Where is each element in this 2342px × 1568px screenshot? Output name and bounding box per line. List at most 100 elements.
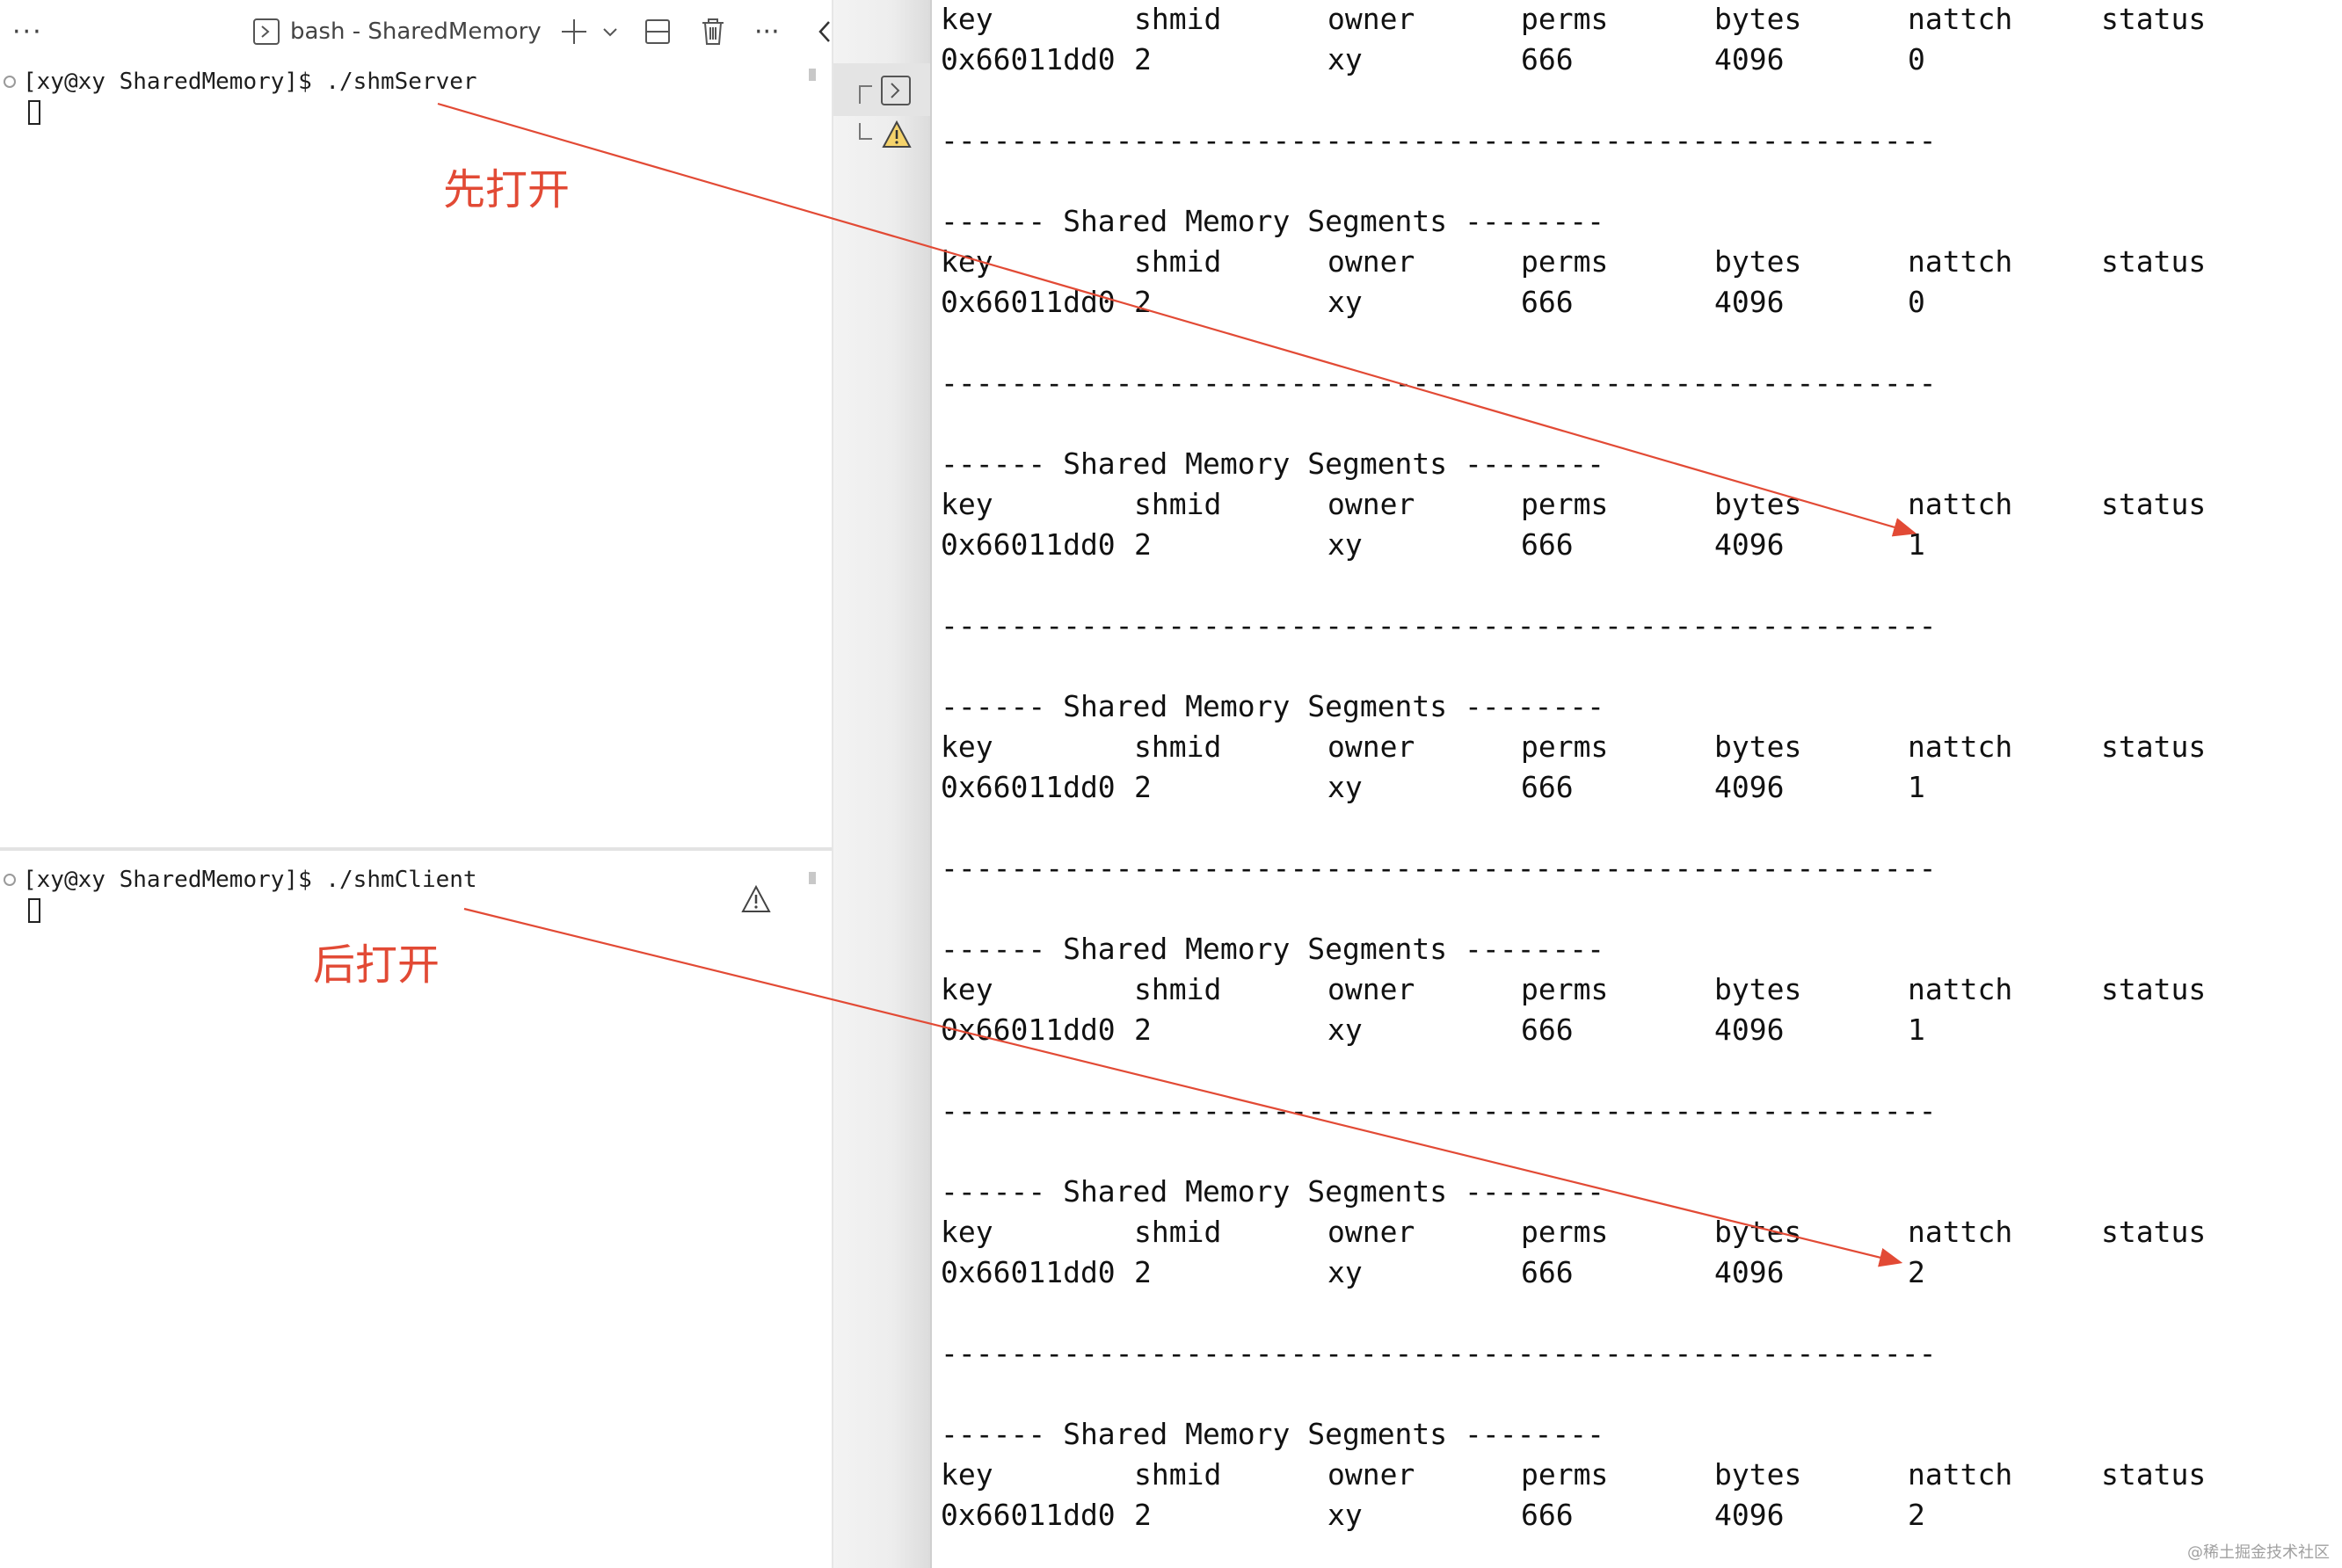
watermark: @稀土掘金技术社区 bbox=[2187, 1543, 2330, 1562]
header-cell: nattch bbox=[1908, 487, 2013, 521]
data-cell: 4096 bbox=[1714, 527, 1785, 562]
data-cell: 2 bbox=[1134, 527, 1152, 562]
header-cell: shmid bbox=[1134, 244, 1222, 279]
data-cell: 666 bbox=[1521, 527, 1574, 562]
data-cell: 666 bbox=[1521, 42, 1574, 76]
header-cell: status bbox=[2101, 2, 2207, 36]
data-cell: 1 bbox=[1908, 770, 1925, 804]
segments-separator: ----------------------------------------… bbox=[941, 123, 1937, 157]
header-cell: nattch bbox=[1908, 730, 2013, 764]
header-cell: nattch bbox=[1908, 1457, 2013, 1492]
header-cell: perms bbox=[1521, 244, 1609, 279]
warning-icon[interactable] bbox=[740, 884, 772, 914]
segments-title: ------ Shared Memory Segments -------- bbox=[941, 1417, 1604, 1451]
data-cell: 0x66011dd0 bbox=[941, 1498, 1116, 1532]
header-cell: shmid bbox=[1134, 1457, 1222, 1492]
data-cell: 4096 bbox=[1714, 1498, 1785, 1532]
header-cell: owner bbox=[1327, 1215, 1415, 1249]
segments-title: ------ Shared Memory Segments -------- bbox=[941, 1174, 1604, 1209]
scrollbar-thumb[interactable] bbox=[809, 872, 816, 884]
plus-icon bbox=[562, 19, 586, 44]
server-prompt-line: [xy@xy SharedMemory]$ ./shmServer bbox=[0, 69, 477, 95]
data-cell: 0 bbox=[1908, 285, 1925, 319]
annotation-first-open: 先打开 bbox=[443, 165, 571, 214]
header-cell: nattch bbox=[1908, 244, 2013, 279]
data-cell: 0x66011dd0 bbox=[941, 527, 1116, 562]
kill-terminal-button[interactable] bbox=[700, 12, 726, 51]
data-cell: 0x66011dd0 bbox=[941, 285, 1116, 319]
back-button[interactable] bbox=[816, 12, 833, 51]
split-terminal-button[interactable] bbox=[644, 12, 672, 51]
header-cell: bytes bbox=[1714, 487, 1802, 521]
segments-separator: ----------------------------------------… bbox=[941, 1336, 1937, 1370]
warning-icon[interactable] bbox=[881, 120, 913, 149]
tree-branch-icon bbox=[859, 123, 872, 140]
data-cell: xy bbox=[1327, 1013, 1363, 1047]
segments-separator: ----------------------------------------… bbox=[941, 608, 1937, 642]
data-cell: xy bbox=[1327, 42, 1363, 76]
data-cell: 4096 bbox=[1714, 1013, 1785, 1047]
more-actions-right-button[interactable]: ··· bbox=[754, 12, 780, 51]
client-command-text: [xy@xy SharedMemory]$ ./shmClient bbox=[23, 867, 477, 893]
segments-title: ------ Shared Memory Segments -------- bbox=[941, 446, 1604, 481]
terminal-profiles-dropdown[interactable] bbox=[601, 12, 619, 51]
header-cell: shmid bbox=[1134, 487, 1222, 521]
header-cell: key bbox=[941, 2, 993, 36]
terminal-tab[interactable]: bash - SharedMemory bbox=[253, 12, 542, 51]
header-cell: shmid bbox=[1134, 1215, 1222, 1249]
new-terminal-button[interactable] bbox=[559, 12, 589, 51]
client-prompt-line: [xy@xy SharedMemory]$ ./shmClient bbox=[0, 867, 477, 893]
ipcs-output-terminal: key shmid owner perms bytes nattch status 0x660… bbox=[930, 0, 2342, 1568]
data-cell: 0 bbox=[1908, 42, 1925, 76]
terminal-icon bbox=[891, 83, 900, 98]
status-circle-icon bbox=[4, 874, 16, 886]
data-cell: 2 bbox=[1134, 770, 1152, 804]
data-cell: xy bbox=[1327, 1498, 1363, 1532]
header-cell: status bbox=[2101, 1457, 2207, 1492]
header-cell: owner bbox=[1327, 487, 1415, 521]
header-cell: status bbox=[2101, 1215, 2207, 1249]
tree-branch-icon bbox=[859, 85, 872, 104]
terminal-tab-item-server[interactable] bbox=[881, 76, 911, 105]
status-circle-icon bbox=[4, 76, 16, 88]
header-cell: shmid bbox=[1134, 972, 1222, 1006]
split-icon bbox=[645, 19, 670, 44]
terminal-tab-label: bash - SharedMemory bbox=[290, 18, 542, 45]
data-cell: xy bbox=[1327, 285, 1363, 319]
data-cell: 666 bbox=[1521, 1013, 1574, 1047]
header-cell: nattch bbox=[1908, 1215, 2013, 1249]
data-cell: 1 bbox=[1908, 1013, 1925, 1047]
data-cell: 2 bbox=[1908, 1255, 1925, 1289]
header-cell: key bbox=[941, 244, 993, 279]
segments-title: ------ Shared Memory Segments -------- bbox=[941, 204, 1604, 238]
header-cell: key bbox=[941, 730, 993, 764]
header-cell: owner bbox=[1327, 2, 1415, 36]
segments-separator: ----------------------------------------… bbox=[941, 851, 1937, 885]
data-cell: xy bbox=[1327, 527, 1363, 562]
header-cell: status bbox=[2101, 244, 2207, 279]
header-cell: owner bbox=[1327, 1457, 1415, 1492]
data-cell: 1 bbox=[1908, 527, 1925, 562]
header-cell: key bbox=[941, 1457, 993, 1492]
header-cell: perms bbox=[1521, 730, 1609, 764]
data-cell: 2 bbox=[1134, 42, 1152, 76]
scrollbar-thumb[interactable] bbox=[809, 69, 816, 81]
header-cell: shmid bbox=[1134, 2, 1222, 36]
segments-separator: ----------------------------------------… bbox=[941, 366, 1937, 400]
header-cell: status bbox=[2101, 730, 2207, 764]
header-cell: bytes bbox=[1714, 972, 1802, 1006]
header-cell: owner bbox=[1327, 244, 1415, 279]
more-actions-button[interactable]: ··· bbox=[12, 12, 43, 51]
data-cell: 4096 bbox=[1714, 285, 1785, 319]
data-cell: 666 bbox=[1521, 770, 1574, 804]
header-cell: key bbox=[941, 487, 993, 521]
header-cell: owner bbox=[1327, 730, 1415, 764]
header-cell: bytes bbox=[1714, 730, 1802, 764]
header-cell: owner bbox=[1327, 972, 1415, 1006]
terminal-pane-server[interactable]: [xy@xy SharedMemory]$ ./shmServer bbox=[0, 63, 832, 847]
data-cell: 2 bbox=[1134, 285, 1152, 319]
header-cell: status bbox=[2101, 972, 2207, 1006]
data-cell: 4096 bbox=[1714, 42, 1785, 76]
header-cell: perms bbox=[1521, 487, 1609, 521]
terminal-cursor bbox=[28, 100, 40, 125]
